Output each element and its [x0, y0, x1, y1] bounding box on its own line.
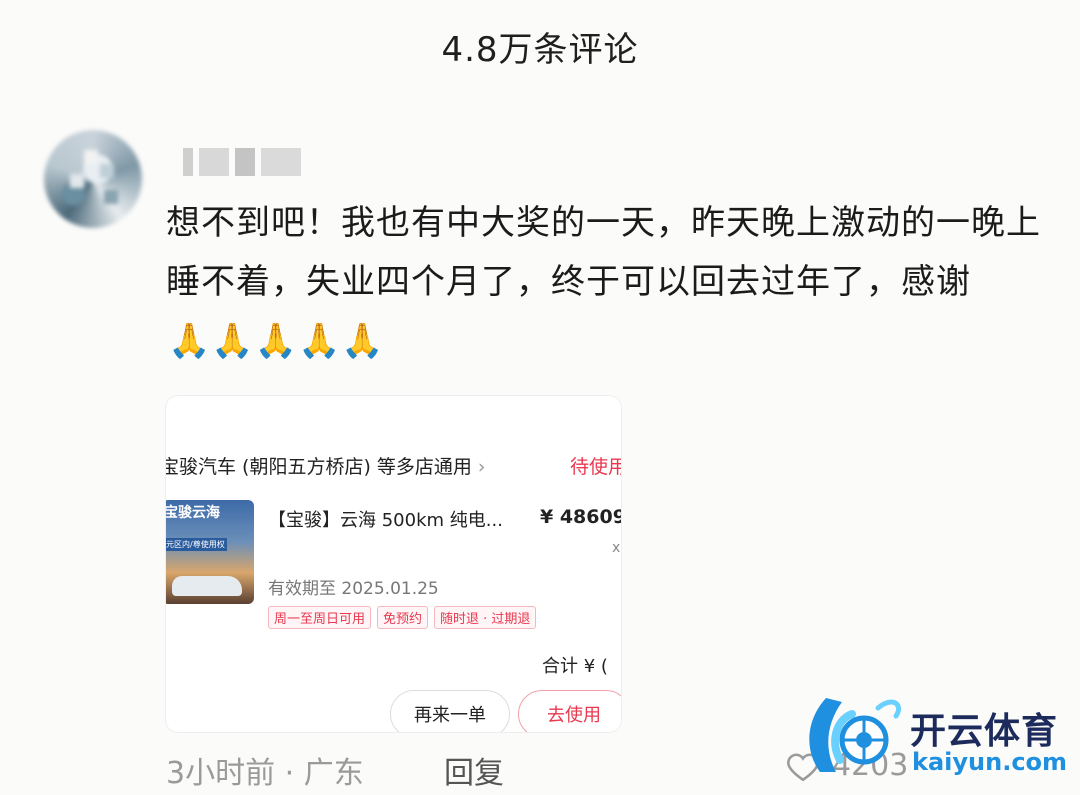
product-quantity: x	[612, 540, 621, 556]
kaiyun-logo-icon	[809, 698, 902, 772]
product-thumbnail: 宝骏云海 元区内/尊使用权	[166, 500, 254, 604]
reply-button[interactable]: 回复	[444, 748, 504, 792]
comment-text: 想不到吧！我也有中大奖的一天，昨天晚上激动的一晚上睡不着，失业四个月了，终于可以…	[166, 194, 1046, 371]
tag-no-reservation: 免预约	[377, 606, 429, 629]
comments-count-title: 4.8万条评论	[441, 30, 639, 70]
avatar[interactable]	[44, 130, 142, 228]
tag-refund: 随时退 · 过期退	[434, 606, 537, 629]
product-price: ¥ 48609	[540, 506, 621, 528]
order-total: 合计 ¥ (	[542, 656, 608, 677]
order-card[interactable]: 宝骏汽车 (朝阳五方桥店) 等多店通用 › 待使用 宝骏云海 元区内/尊使用权 【…	[166, 396, 621, 732]
product-name: 【宝骏】云海 500km 纯电...	[268, 510, 503, 531]
comment-body: 想不到吧！我也有中大奖的一天，昨天晚上激动的一晚上睡不着，失业四个月了，终于可以…	[166, 203, 1041, 302]
order-status: 待使用	[570, 456, 621, 478]
store-row[interactable]: 宝骏汽车 (朝阳五方桥店) 等多店通用 › 待使用	[166, 448, 621, 484]
username-blurred[interactable]	[183, 146, 313, 178]
tag-weekday: 周一至周日可用	[268, 606, 372, 629]
comment-time-location: 3小时前 · 广东	[166, 756, 364, 791]
thumbnail-subtitle: 元区内/尊使用权	[166, 538, 227, 551]
watermark-domain: kaiyun.com	[912, 748, 1068, 776]
watermark-name: 开云体育	[910, 711, 1059, 752]
reorder-button[interactable]: 再来一单	[390, 690, 510, 732]
tag-list: 周一至周日可用 免预约 随时退 · 过期退	[268, 606, 537, 629]
validity-date: 有效期至 2025.01.25	[268, 579, 439, 599]
store-name: 宝骏汽车 (朝阳五方桥店) 等多店通用 ›	[166, 456, 486, 478]
use-button[interactable]: 去使用	[518, 690, 621, 732]
praying-hands-emoji: 🙏🙏🙏🙏🙏	[168, 321, 385, 361]
thumbnail-title: 宝骏云海	[166, 505, 220, 521]
car-image	[172, 576, 242, 596]
chevron-right-icon: ›	[477, 456, 486, 478]
